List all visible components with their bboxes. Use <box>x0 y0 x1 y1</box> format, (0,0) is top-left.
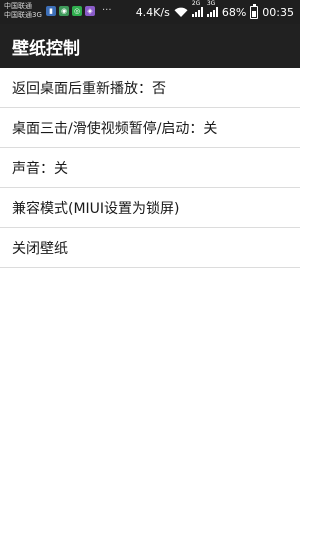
setting-label: 返回桌面后重新播放：否 <box>12 80 166 97</box>
setting-label: 声音：关 <box>12 160 68 177</box>
setting-label: 关闭壁纸 <box>12 240 68 257</box>
notification-icons: ▮ ◉ ◎ ◈ ··· <box>46 6 112 16</box>
more-notifications-icon: ··· <box>102 5 112 16</box>
status-bar: 中国联通 中国联通3G ▮ ◉ ◎ ◈ ··· 4.4K/s 2G 3G 68%… <box>0 0 300 24</box>
app-icon-blue: ▮ <box>46 6 56 16</box>
chat-icon: ◉ <box>59 6 69 16</box>
setting-compat-mode[interactable]: 兼容模式(MIUI设置为锁屏) <box>0 188 300 228</box>
signal-3g-icon: 3G <box>206 1 218 17</box>
wechat-icon: ◎ <box>72 6 82 16</box>
carrier-2: 中国联通3G <box>4 11 42 19</box>
setting-label: 兼容模式(MIUI设置为锁屏) <box>12 200 180 217</box>
page-title: 壁纸控制 <box>12 38 80 59</box>
signal-2g-icon: 2G <box>191 1 203 17</box>
setting-sound[interactable]: 声音：关 <box>0 148 300 188</box>
signal-2g-label: 2G <box>191 0 201 7</box>
signal-3g-label: 3G <box>206 0 216 7</box>
setting-triple-tap-pause[interactable]: 桌面三击/滑使视频暂停/启动：关 <box>0 108 300 148</box>
setting-label: 桌面三击/滑使视频暂停/启动：关 <box>12 120 218 137</box>
battery-percent: 68% <box>221 5 247 19</box>
network-speed: 4.4K/s <box>135 5 170 19</box>
setting-replay-after-home[interactable]: 返回桌面后重新播放：否 <box>0 68 300 108</box>
clock: 00:35 <box>262 5 294 19</box>
app-bar: 壁纸控制 <box>0 24 300 68</box>
status-right: 4.4K/s 2G 3G 68% 00:35 <box>136 0 294 24</box>
setting-close-wallpaper[interactable]: 关闭壁纸 <box>0 228 300 268</box>
carrier-1: 中国联通 <box>4 2 32 10</box>
battery-icon <box>250 3 259 19</box>
carrier-info: 中国联通 中国联通3G <box>4 2 42 20</box>
wifi-icon <box>174 7 188 17</box>
settings-list: 返回桌面后重新播放：否 桌面三击/滑使视频暂停/启动：关 声音：关 兼容模式(M… <box>0 68 300 268</box>
app-icon-purple: ◈ <box>85 6 95 16</box>
